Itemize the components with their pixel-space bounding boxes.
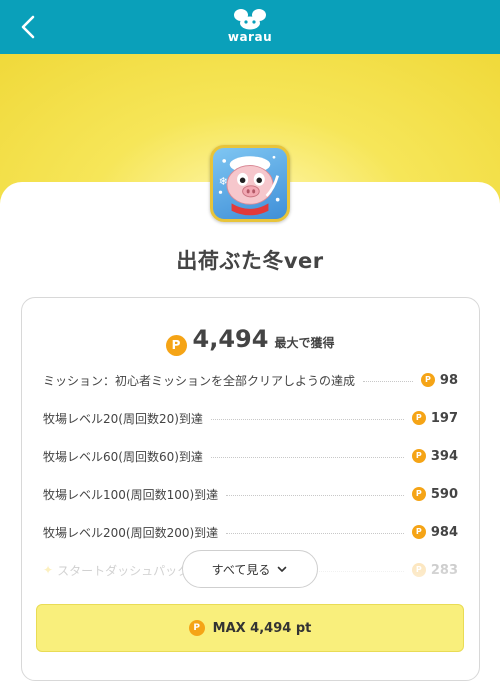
- back-button[interactable]: [14, 12, 44, 42]
- chevron-left-icon: [21, 15, 35, 39]
- warau-logo[interactable]: warau: [222, 8, 278, 48]
- mission-label: スタートダッシュパック: [57, 563, 190, 578]
- dotted-leader: [363, 380, 413, 382]
- mission-label: 牧場レベル100(周回数100)到達: [43, 487, 219, 502]
- dotted-leader: [210, 456, 404, 458]
- point-coin-icon: P: [411, 411, 426, 425]
- dotted-leader: [226, 494, 404, 496]
- mission-label: 牧場レベル200(周回数200)到達: [43, 525, 219, 540]
- mission-row[interactable]: 牧場レベル60(周回数60)到達 P 394: [43, 446, 458, 466]
- mission-row[interactable]: 牧場レベル20(周回数20)到達 P 197: [43, 408, 458, 428]
- pig-app-icon: ❄: [210, 145, 290, 222]
- see-all-button[interactable]: すべて見る: [182, 550, 318, 588]
- dotted-leader: [210, 418, 404, 420]
- point-coin-icon: P: [165, 335, 187, 356]
- app-title: 出荷ぶた冬ver: [176, 249, 324, 273]
- point-coin-icon: P: [420, 373, 435, 387]
- sparkle-icon: ✦: [43, 563, 54, 577]
- logo-mark-icon: [234, 9, 266, 30]
- mission-points: 984: [430, 524, 458, 540]
- point-coin-icon: P: [411, 525, 426, 539]
- chevron-down-icon: [278, 566, 287, 572]
- see-all-label: すべて見る: [211, 562, 271, 577]
- mission-row[interactable]: ミッション：初心者ミッションを全部クリアしようの達成 P 98: [43, 370, 458, 390]
- total-points-suffix: 最大で獲得: [274, 336, 335, 350]
- mission-points: 283: [430, 562, 458, 578]
- mission-points: 590: [430, 486, 458, 502]
- point-coin-icon: P: [411, 449, 426, 463]
- point-coin-icon: P: [188, 620, 205, 636]
- mission-points: 98: [439, 372, 458, 388]
- max-points-button[interactable]: P MAX 4,494 pt: [36, 604, 464, 652]
- logo-text: warau: [227, 30, 273, 44]
- top-bar: warau: [0, 0, 500, 54]
- mission-row[interactable]: 牧場レベル200(周回数200)到達 P 984: [43, 522, 458, 542]
- mission-points: 394: [430, 448, 458, 464]
- mission-points: 197: [430, 410, 458, 426]
- point-coin-icon: P: [411, 563, 426, 577]
- dotted-leader: [226, 532, 404, 534]
- max-points-summary: P 4,494 最大で獲得: [0, 325, 500, 356]
- mission-label: 牧場レベル20(周回数20)到達: [43, 411, 203, 426]
- mission-row[interactable]: 牧場レベル100(周回数100)到達 P 590: [43, 484, 458, 504]
- max-points-label: MAX 4,494 pt: [212, 620, 312, 636]
- total-points-value: 4,494: [192, 325, 269, 353]
- point-coin-icon: P: [411, 487, 426, 501]
- mission-label: 牧場レベル60(周回数60)到達: [43, 449, 203, 464]
- mission-label: ミッション：初心者ミッションを全部クリアしようの達成: [43, 373, 356, 388]
